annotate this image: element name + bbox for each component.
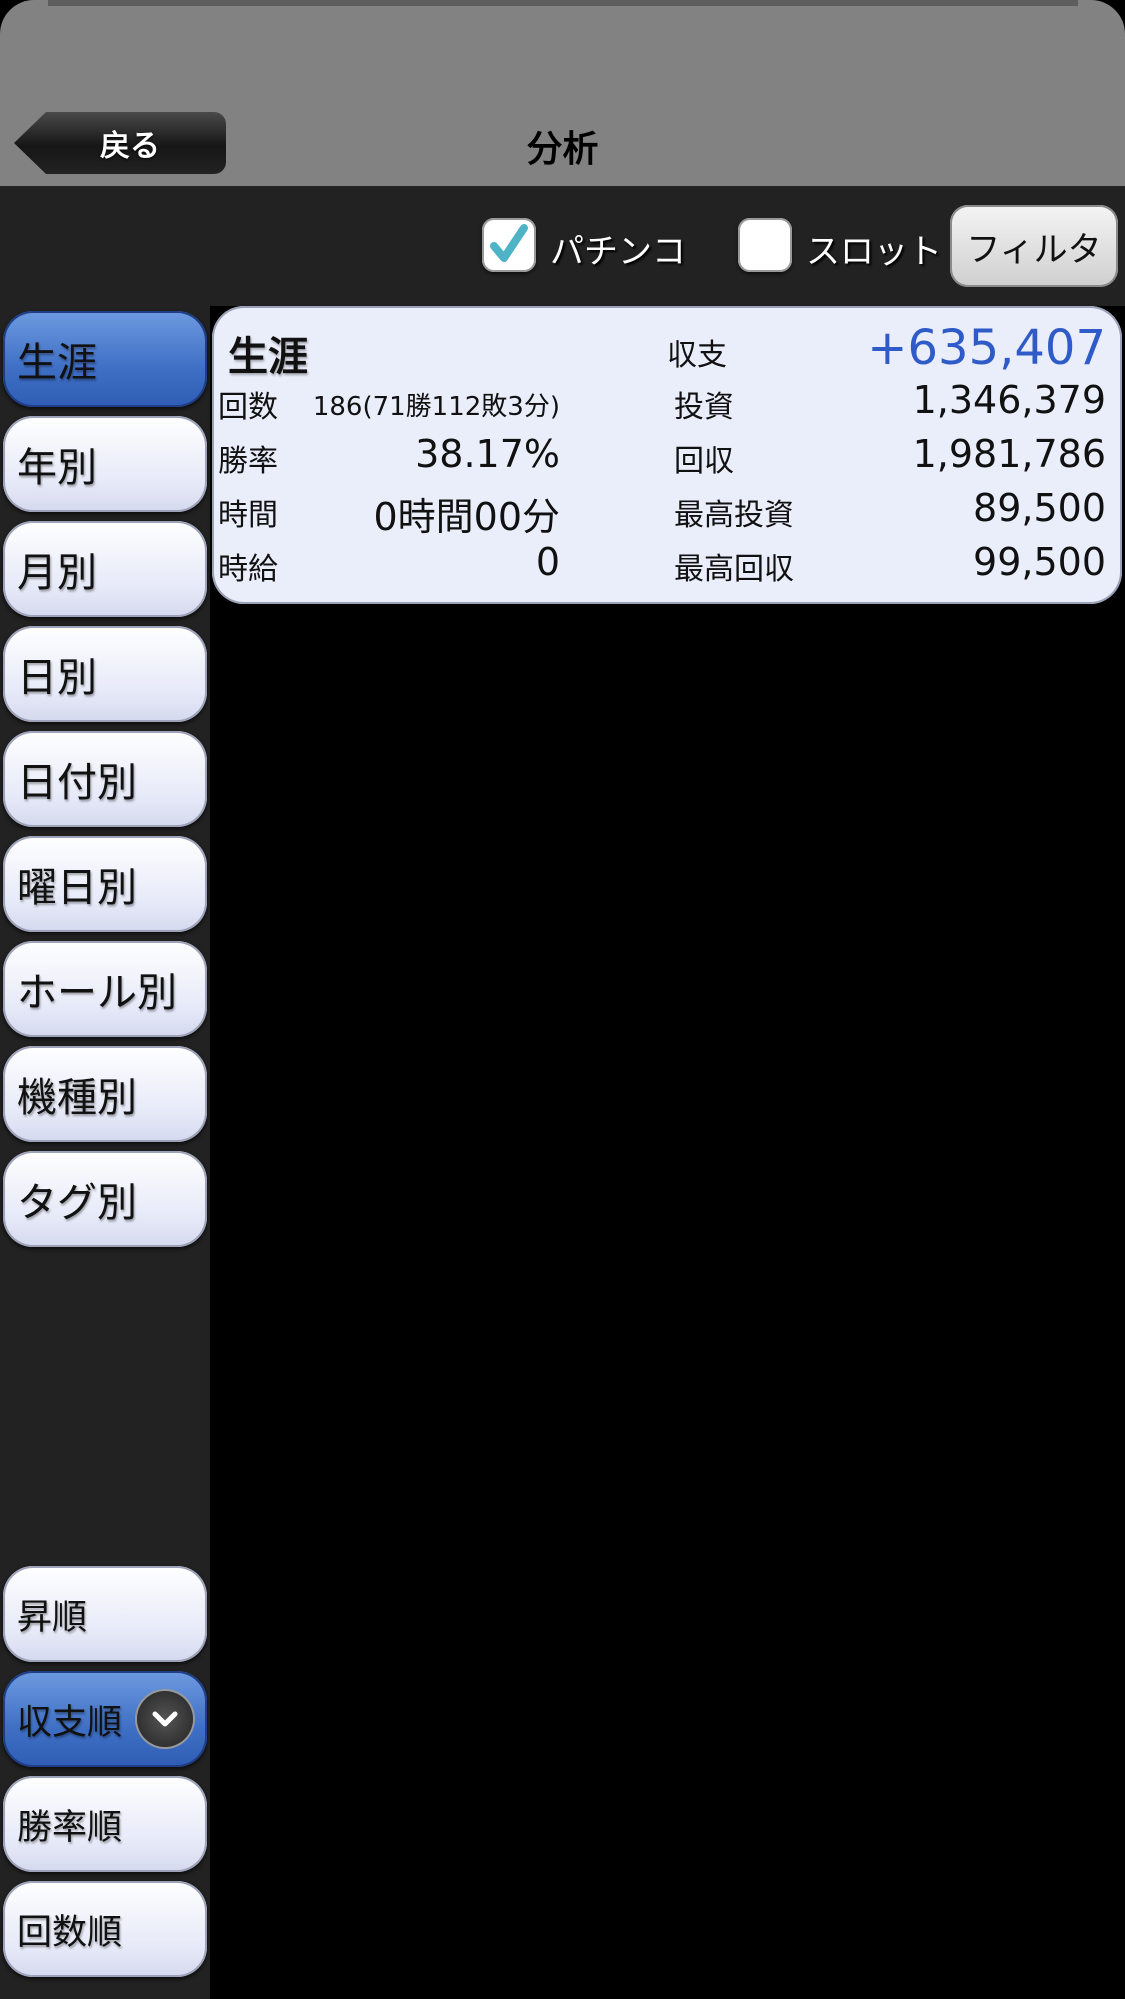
page-title: 分析 <box>526 129 599 170</box>
count-value: 186(71勝112敗3分) <box>312 392 560 422</box>
sort-by-balance[interactable]: 収支順 <box>3 1671 207 1767</box>
nav-yearly[interactable]: 年別 <box>3 416 207 512</box>
winrate-label: 勝率 <box>218 444 278 479</box>
checkmark-icon <box>490 224 528 262</box>
top-edge-line <box>48 0 1078 6</box>
sort-by-winrate[interactable]: 勝率順 <box>3 1776 207 1872</box>
count-label: 回数 <box>218 390 278 425</box>
nav-by-weekday[interactable]: 曜日別 <box>3 836 207 932</box>
nav-daily[interactable]: 日別 <box>3 626 207 722</box>
max-invest-value: 89,500 <box>973 486 1106 530</box>
nav-by-machine[interactable]: 機種別 <box>3 1046 207 1142</box>
pachinko-checkbox[interactable] <box>482 218 536 272</box>
slot-label: スロット <box>806 232 942 272</box>
time-value: 0時間00分 <box>373 495 560 539</box>
nav-lifetime[interactable]: 生涯 <box>3 311 207 407</box>
sort-by-count[interactable]: 回数順 <box>3 1881 207 1977</box>
chevron-down-icon[interactable] <box>137 1691 193 1747</box>
summary-title: 生涯 <box>228 334 308 380</box>
nav-by-tag[interactable]: タグ別 <box>3 1151 207 1247</box>
max-invest-label: 最高投資 <box>674 498 794 533</box>
invest-label: 投資 <box>674 390 734 425</box>
max-return-label: 最高回収 <box>674 552 794 587</box>
filter-button[interactable]: フィルタ <box>950 205 1118 287</box>
return-value: 1,981,786 <box>912 432 1106 476</box>
hourly-label: 時給 <box>218 552 278 587</box>
winrate-value: 38.17% <box>415 432 560 476</box>
time-label: 時間 <box>218 498 278 533</box>
return-label: 回収 <box>674 444 734 479</box>
nav-by-date[interactable]: 日付別 <box>3 731 207 827</box>
sort-by-balance-label: 収支順 <box>17 1702 123 1743</box>
balance-value: +635,407 <box>867 320 1106 376</box>
max-return-value: 99,500 <box>973 540 1106 584</box>
pachinko-label: パチンコ <box>550 232 686 272</box>
invest-value: 1,346,379 <box>912 378 1106 422</box>
nav-monthly[interactable]: 月別 <box>3 521 207 617</box>
hourly-value: 0 <box>535 540 560 584</box>
nav-by-hall[interactable]: ホール別 <box>3 941 207 1037</box>
summary-card[interactable]: 生涯 収支 +635,407 回数 186(71勝112敗3分) 投資 1,34… <box>212 306 1122 604</box>
slot-checkbox[interactable] <box>738 218 792 272</box>
balance-label: 収支 <box>667 338 727 373</box>
sort-ascending[interactable]: 昇順 <box>3 1566 207 1662</box>
